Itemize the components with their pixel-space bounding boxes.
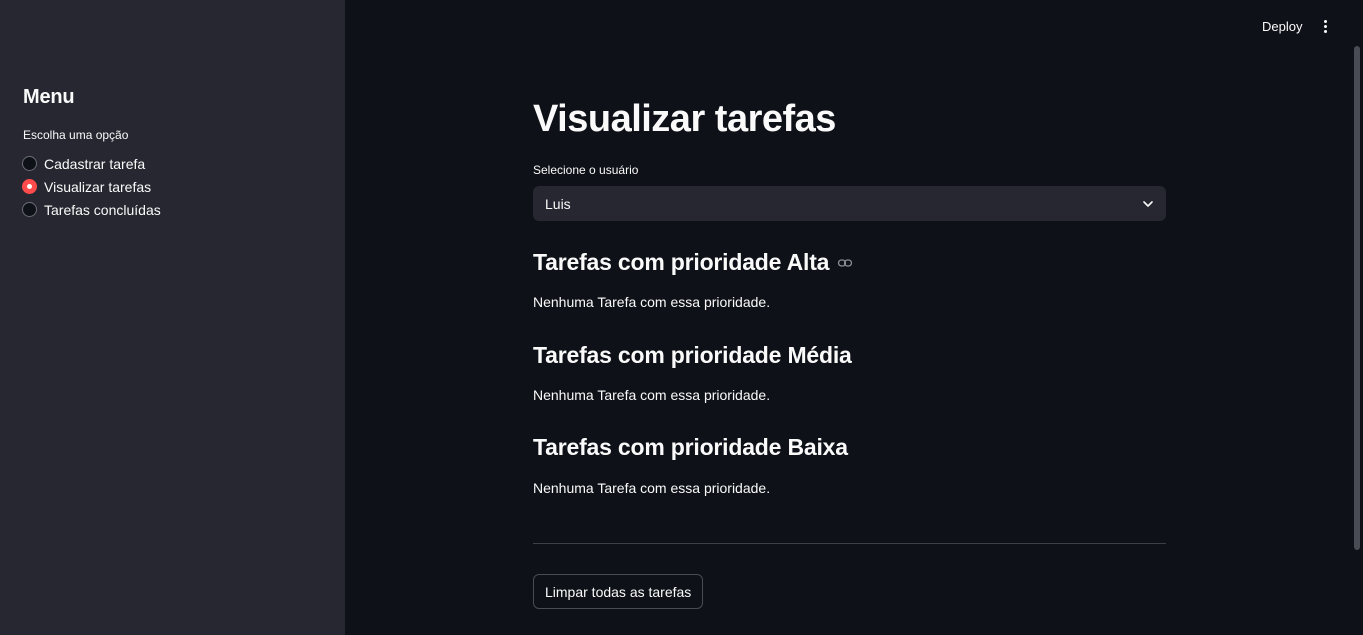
radio-button-icon[interactable] bbox=[22, 156, 37, 171]
divider bbox=[533, 543, 1166, 544]
section-text-alta: Nenhuma Tarefa com essa prioridade. bbox=[533, 294, 771, 310]
radio-option-label: Cadastrar tarefa bbox=[44, 155, 146, 172]
radio-option-label: Visualizar tarefas bbox=[44, 178, 152, 195]
section-heading-text: Tarefas com prioridade Média bbox=[533, 342, 852, 368]
radio-button-icon[interactable] bbox=[22, 202, 37, 217]
section-heading-media: Tarefas com prioridade Média bbox=[533, 342, 1166, 369]
section-heading-text: Tarefas com prioridade Alta bbox=[533, 249, 830, 275]
section-heading-alta: Tarefas com prioridade Alta bbox=[533, 249, 1166, 276]
menu-radio-group: Cadastrar tarefa Visualizar tarefas Tare… bbox=[22, 152, 161, 221]
radio-button-checked-icon[interactable] bbox=[22, 179, 37, 194]
sidebar: Menu Escolha uma opção Cadastrar tarefa … bbox=[0, 0, 345, 635]
radio-group-label: Escolha uma opção bbox=[23, 128, 129, 142]
section-heading-baixa: Tarefas com prioridade Baixa bbox=[533, 434, 1166, 461]
section-text-baixa: Nenhuma Tarefa com essa prioridade. bbox=[533, 480, 771, 496]
app-root: Menu Escolha uma opção Cadastrar tarefa … bbox=[0, 0, 1363, 635]
deploy-button[interactable]: Deploy bbox=[1254, 14, 1310, 38]
clear-all-tasks-button[interactable]: Limpar todas as tarefas bbox=[533, 574, 704, 609]
radio-option-visualizar-tarefas[interactable]: Visualizar tarefas bbox=[22, 175, 161, 198]
radio-option-cadastrar-tarefa[interactable]: Cadastrar tarefa bbox=[22, 152, 161, 175]
user-select-label: Selecione o usuário bbox=[533, 163, 639, 177]
user-select-value: Luis bbox=[545, 195, 571, 212]
radio-option-label: Tarefas concluídas bbox=[44, 201, 161, 218]
kebab-menu-icon[interactable] bbox=[1314, 14, 1336, 38]
user-select[interactable]: Luis bbox=[533, 186, 1166, 221]
sidebar-title: Menu bbox=[23, 86, 75, 108]
section-heading-text: Tarefas com prioridade Baixa bbox=[533, 434, 848, 460]
page-title: Visualizar tarefas bbox=[533, 98, 836, 140]
radio-option-tarefas-concluidas[interactable]: Tarefas concluídas bbox=[22, 198, 161, 221]
section-text-media: Nenhuma Tarefa com essa prioridade. bbox=[533, 387, 771, 403]
chevron-down-icon bbox=[1143, 200, 1153, 207]
main-scrollbar[interactable] bbox=[1354, 46, 1360, 550]
link-icon[interactable] bbox=[837, 255, 853, 271]
